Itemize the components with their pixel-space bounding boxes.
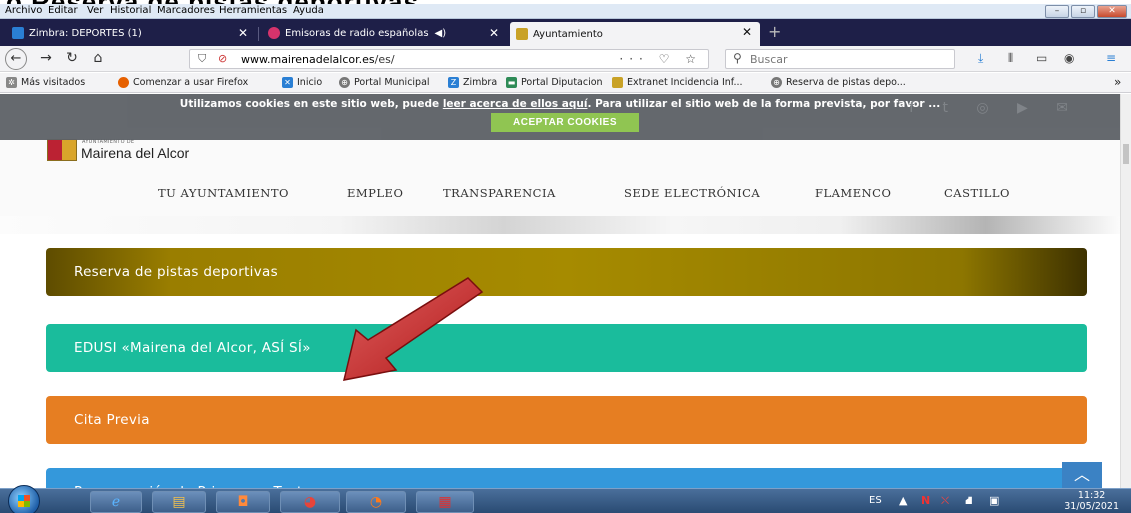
tab-zimbra[interactable]: Zimbra: DEPORTES (1) ✕ xyxy=(6,23,256,43)
bookmark-mas-visitados[interactable]: ✲ Más visitados xyxy=(6,77,85,88)
crest-icon xyxy=(612,77,623,88)
bookmarks-toolbar: ✲ Más visitados Comenzar a usar Firefox ✕… xyxy=(0,73,1131,93)
ie-icon[interactable]: ℯ xyxy=(90,491,142,513)
new-tab-button[interactable]: + xyxy=(768,22,781,41)
site-navigation: TU AYUNTAMIENTO EMPLEO TRANSPARENCIA SED… xyxy=(0,182,1120,206)
bookmark-reserva-pistas[interactable]: ⊕ Reserva de pistas depo... xyxy=(771,77,906,88)
windows-taskbar: ℯ ▤ ◘ ◕ ◔ ▦ ES ▲ N ⛌ ⛘ ▣ 11:32 31/05/202… xyxy=(0,485,1131,513)
red-arrow-annotation xyxy=(342,277,484,381)
web-page: AYUNTAMIENTO DE Mairena del Alcor TU AYU… xyxy=(0,94,1120,488)
bookmark-zimbra[interactable]: Z Zimbra xyxy=(448,77,497,88)
clock[interactable]: 11:32 31/05/2021 xyxy=(1064,490,1119,512)
menu-ver[interactable]: Ver xyxy=(87,5,103,16)
insecure-lock-icon[interactable]: ⊘ xyxy=(218,52,227,65)
security-icon[interactable]: ⛌ xyxy=(941,494,949,508)
more-bookmarks-icon[interactable]: » xyxy=(1114,75,1121,89)
app-icon[interactable]: ▦ xyxy=(416,491,474,513)
close-window-button[interactable]: ✕ xyxy=(1097,5,1127,18)
zimbra-icon: Z xyxy=(448,77,459,88)
start-button[interactable] xyxy=(8,485,40,513)
menu-bar: Archivo Editar Ver Historial Marcadores … xyxy=(0,4,1131,19)
menu-herramientas[interactable]: Herramientas xyxy=(219,5,287,16)
close-tab-icon[interactable]: ✕ xyxy=(489,26,499,40)
bookmark-portal-municipal[interactable]: ⊕ Portal Municipal xyxy=(339,77,430,88)
back-button[interactable]: ← xyxy=(5,48,27,70)
nav-empleo[interactable]: EMPLEO xyxy=(347,186,403,200)
shield-icon[interactable]: ⛉ xyxy=(198,52,206,66)
tab-bar: Zimbra: DEPORTES (1) ✕ Emisoras de radio… xyxy=(0,19,1131,46)
url-text: www.mairenadelalcor.es/es/ xyxy=(241,53,395,66)
cookie-banner: Utilizamos cookies en este sitio web, pu… xyxy=(0,94,1120,140)
media-player-icon[interactable]: ◘ xyxy=(216,491,270,513)
volume-icon[interactable]: ▣ xyxy=(989,494,999,507)
page-actions-icons[interactable]: ··· ♡ ☆ xyxy=(619,52,702,66)
nav-transparencia[interactable]: TRANSPARENCIA xyxy=(443,186,556,200)
system-tray: ES ▲ N ⛌ ⛘ ▣ 11:32 31/05/2021 xyxy=(869,490,1119,512)
hero-image-strip xyxy=(0,216,1120,234)
home-button[interactable]: ⌂ xyxy=(88,50,108,66)
bookmark-extranet[interactable]: Extranet Incidencia Inf... xyxy=(612,77,743,88)
download-icon[interactable]: ⤓ xyxy=(978,51,983,66)
close-tab-icon[interactable]: ✕ xyxy=(742,25,752,39)
bookmark-inicio[interactable]: ✕ Inicio xyxy=(282,77,322,88)
firefox-icon[interactable]: ◔ xyxy=(346,491,406,513)
sidebar-icon[interactable]: ▭ xyxy=(1036,51,1047,65)
gear-icon: ✲ xyxy=(6,77,17,88)
audio-playing-icon[interactable]: ◀) xyxy=(435,28,447,39)
extension-icon[interactable]: ◉ xyxy=(1064,51,1074,65)
zimbra-icon xyxy=(12,27,24,39)
menu-ayuda[interactable]: Ayuda xyxy=(293,5,324,16)
block-reserva-pistas[interactable]: Reserva de pistas deportivas xyxy=(46,248,1087,296)
maximize-button[interactable]: ▫ xyxy=(1071,5,1095,18)
page-header: AYUNTAMIENTO DE Mairena del Alcor TU AYU… xyxy=(0,94,1120,234)
social-icons[interactable]: f t ◎ ▶ ✉ xyxy=(909,100,1080,116)
search-icon: ⚲ xyxy=(733,51,742,65)
cookie-info-link[interactable]: leer acerca de ellos aquí xyxy=(443,98,588,110)
chrome-icon[interactable]: ◕ xyxy=(280,491,340,513)
home-icon: ✕ xyxy=(282,77,293,88)
nav-tu-ayuntamiento[interactable]: TU AYUNTAMIENTO xyxy=(158,186,289,200)
scroll-to-top-button[interactable]: ︿ xyxy=(1062,462,1102,488)
url-bar[interactable]: ⛉ ⊘ www.mairenadelalcor.es/es/ ··· ♡ ☆ xyxy=(189,49,709,69)
menu-editar[interactable]: Editar xyxy=(48,5,78,16)
forward-button[interactable]: → xyxy=(36,50,56,66)
tab-ayuntamiento[interactable]: Ayuntamiento ✕ xyxy=(510,22,760,46)
nav-flamenco[interactable]: FLAMENCO xyxy=(815,186,891,200)
site-logo[interactable]: AYUNTAMIENTO DE Mairena del Alcor xyxy=(47,139,189,161)
menu-archivo[interactable]: Archivo xyxy=(5,5,42,16)
nav-castillo[interactable]: CASTILLO xyxy=(944,186,1010,200)
page-scrollbar[interactable] xyxy=(1120,94,1131,488)
menu-historial[interactable]: Historial xyxy=(110,5,151,16)
navigation-toolbar: ← → ↻ ⌂ ⛉ ⊘ www.mairenadelalcor.es/es/ ·… xyxy=(0,46,1131,72)
bookmark-comenzar-firefox[interactable]: Comenzar a usar Firefox xyxy=(118,77,248,88)
block-cita-previa[interactable]: Cita Previa xyxy=(46,396,1087,444)
block-programacion-teatro[interactable]: Programación de Primavera Teatro xyxy=(46,468,1087,488)
nav-sede-electronica[interactable]: SEDE ELECTRÓNICA xyxy=(624,186,760,200)
menu-icon[interactable]: ≡ xyxy=(1106,51,1116,65)
minimize-button[interactable]: – xyxy=(1045,5,1069,18)
bookmark-portal-diputacion[interactable]: ▬ Portal Diputacion xyxy=(506,77,603,88)
reload-button[interactable]: ↻ xyxy=(62,50,82,66)
tab-emisoras[interactable]: Emisoras de radio españolas ◀) ✕ xyxy=(262,23,507,43)
portal-icon: ▬ xyxy=(506,77,517,88)
search-bar[interactable]: ⚲ Buscar xyxy=(725,49,955,69)
menu-marcadores[interactable]: Marcadores xyxy=(157,5,215,16)
radio-icon xyxy=(268,27,280,39)
show-hidden-icons[interactable]: ▲ xyxy=(899,494,907,507)
network-icon[interactable]: ⛘ xyxy=(965,494,973,509)
firefox-icon xyxy=(118,77,129,88)
library-icon[interactable]: ⫴ xyxy=(1008,51,1013,66)
block-edusi[interactable]: EDUSI «Mairena del Alcor, ASÍ SÍ» xyxy=(46,324,1087,372)
n-icon[interactable]: N xyxy=(921,494,930,507)
crest-icon xyxy=(47,139,77,161)
close-tab-icon[interactable]: ✕ xyxy=(238,26,248,40)
globe-icon: ⊕ xyxy=(339,77,350,88)
globe-icon: ⊕ xyxy=(771,77,782,88)
accept-cookies-button[interactable]: ACEPTAR COOKIES xyxy=(491,113,639,132)
crest-icon xyxy=(516,28,528,40)
explorer-icon[interactable]: ▤ xyxy=(152,491,206,513)
